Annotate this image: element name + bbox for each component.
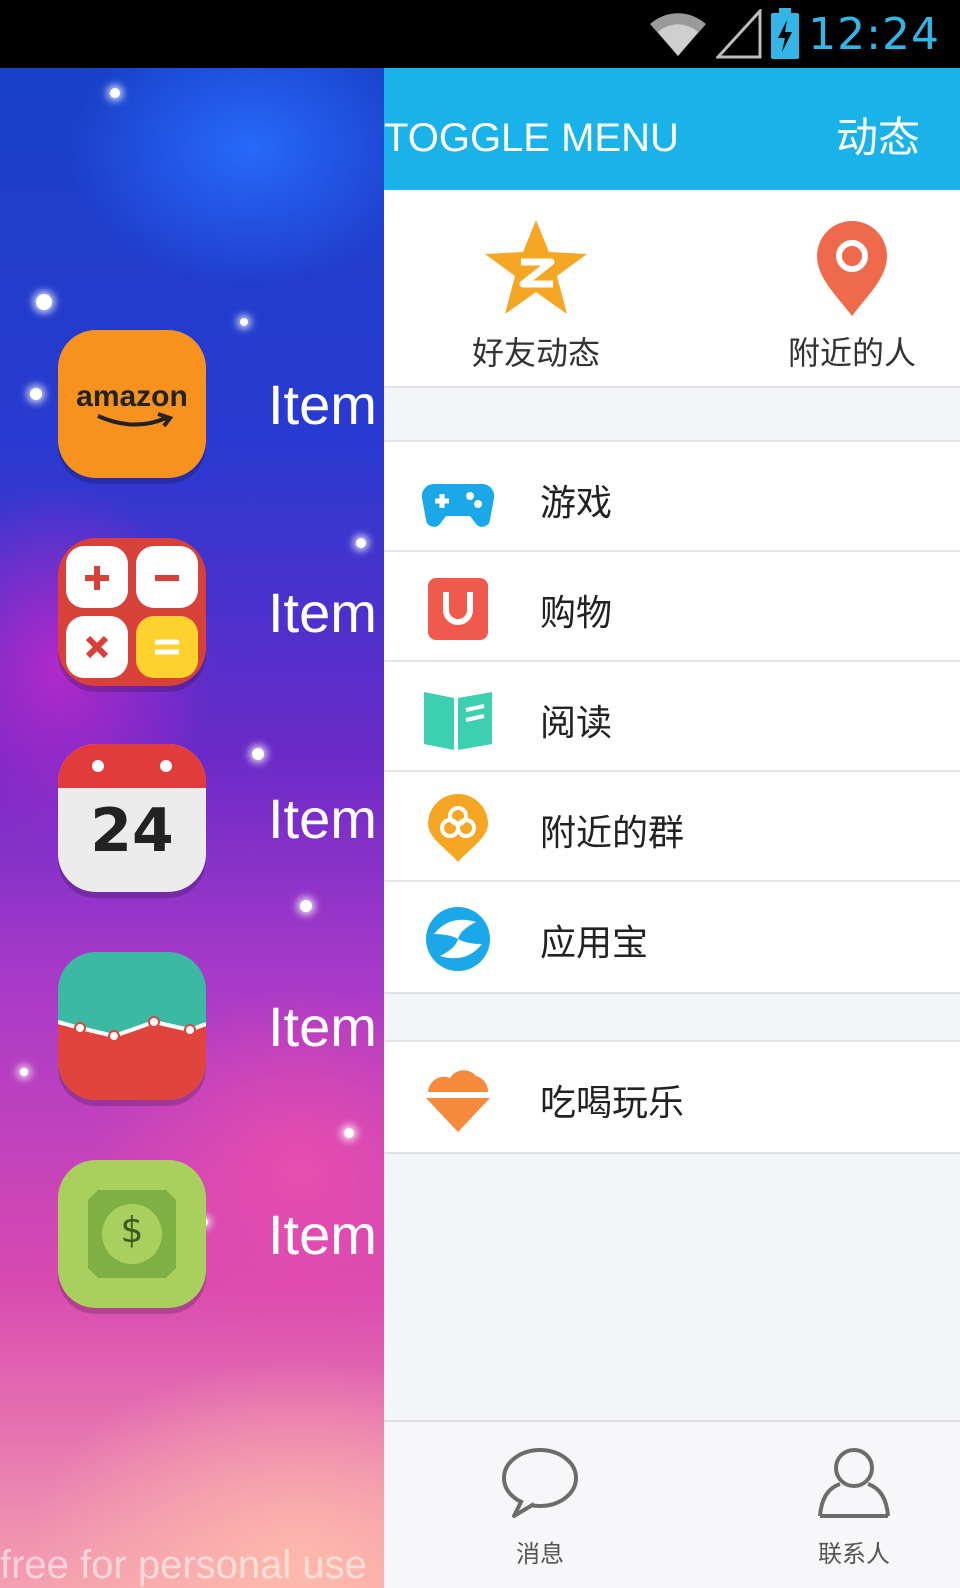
- star-decoration: [240, 318, 248, 326]
- item-label: Item: [268, 373, 377, 436]
- side-drawer: TOGGLE MENU 动态 好友动态 附近的人 游戏 购物 阅读 附近的群 应…: [384, 68, 960, 1588]
- star-decoration: [300, 900, 312, 912]
- feed-action-button[interactable]: 动态: [836, 104, 920, 165]
- drawer-toolbar: TOGGLE MENU 动态: [384, 68, 960, 190]
- amazon-smile-icon: [97, 412, 174, 428]
- star-decoration: [110, 88, 120, 98]
- menu-item-label: 游戏: [540, 483, 613, 524]
- bottom-tab-bar: 消息 联系人: [384, 1420, 960, 1588]
- tab-label: 消息: [516, 1540, 564, 1568]
- ice-cream-icon: [426, 1070, 490, 1132]
- qzone-star-icon: [485, 220, 587, 314]
- calculator-app-icon: [58, 538, 206, 686]
- menu-group-primary: 游戏 购物 阅读 附近的群 应用宝: [384, 440, 960, 994]
- money-app-icon: $: [58, 1160, 206, 1308]
- status-icons: 12:24: [648, 0, 940, 68]
- list-item[interactable]: $ Item: [58, 1160, 384, 1310]
- list-item[interactable]: 24 Item: [58, 744, 384, 894]
- menu-item-label: 应用宝: [540, 923, 649, 964]
- menu-item-label: 购物: [540, 593, 613, 634]
- list-item[interactable]: Item: [58, 538, 384, 688]
- dollar-sign: $: [120, 1210, 144, 1251]
- gamepad-icon: [421, 483, 495, 527]
- background-list-panel: amazon Item Item 24 Item Item $ Item fre…: [0, 68, 384, 1588]
- menu-item-shopping[interactable]: 购物: [384, 552, 960, 662]
- menu-item-food-fun[interactable]: 吃喝玩乐: [384, 1042, 960, 1152]
- nearby-group-icon: [428, 794, 488, 862]
- message-bubble-icon: [502, 1448, 578, 1518]
- item-label: Item: [268, 581, 377, 644]
- amazon-app-icon: amazon: [58, 330, 206, 478]
- calculator-grid-icon: [66, 546, 198, 678]
- status-bar: 12:24: [0, 0, 960, 68]
- location-pin-icon: [817, 221, 887, 316]
- calendar-header: [58, 744, 206, 788]
- item-label: Item: [268, 1203, 377, 1266]
- star-decoration: [20, 1068, 28, 1076]
- tab-label: 联系人: [818, 1540, 890, 1568]
- shopping-bag-icon: [428, 578, 488, 640]
- menu-item-games[interactable]: 游戏: [384, 442, 960, 552]
- tab-messages[interactable]: 消息: [440, 1422, 640, 1588]
- quick-action-nearby-people[interactable]: 附近的人: [762, 190, 942, 388]
- watermark-text: free for personal use: [0, 1543, 367, 1587]
- menu-item-label: 阅读: [540, 703, 613, 744]
- menu-item-app-store[interactable]: 应用宝: [384, 882, 960, 992]
- quick-action-label: 好友动态: [471, 334, 600, 372]
- quick-action-label: 附近的人: [787, 334, 916, 372]
- star-decoration: [36, 294, 52, 310]
- app-store-icon: [426, 907, 490, 971]
- star-decoration: [30, 388, 42, 400]
- clock: 12:24: [808, 8, 940, 60]
- item-label: Item: [268, 787, 377, 850]
- contacts-person-icon: [818, 1448, 890, 1518]
- toggle-menu-button[interactable]: TOGGLE MENU: [384, 116, 679, 161]
- battery-charging-icon: [771, 8, 800, 59]
- amazon-logo-text: amazon: [76, 380, 188, 413]
- list-item[interactable]: amazon Item: [58, 330, 384, 480]
- signal-icon: [716, 9, 762, 59]
- quick-actions: 好友动态 附近的人: [384, 190, 960, 388]
- calendar-app-icon: 24: [58, 744, 206, 892]
- menu-group-secondary: 吃喝玩乐: [384, 1040, 960, 1154]
- line-chart-icon: [58, 1016, 206, 1100]
- wifi-icon: [650, 13, 707, 56]
- list-item[interactable]: Item: [58, 952, 384, 1102]
- tab-contacts[interactable]: 联系人: [754, 1422, 954, 1588]
- calendar-day: 24: [90, 796, 174, 866]
- menu-item-reading[interactable]: 阅读: [384, 662, 960, 772]
- star-decoration: [344, 1128, 354, 1138]
- calendar-ring: [160, 760, 172, 772]
- calendar-ring: [92, 760, 104, 772]
- quick-action-friends-feed[interactable]: 好友动态: [446, 190, 626, 388]
- menu-item-nearby-groups[interactable]: 附近的群: [384, 772, 960, 882]
- book-icon: [424, 692, 492, 750]
- menu-item-label: 附近的群: [540, 813, 685, 854]
- chart-app-icon: [58, 952, 206, 1100]
- menu-item-label: 吃喝玩乐: [540, 1083, 685, 1124]
- item-label: Item: [268, 995, 377, 1058]
